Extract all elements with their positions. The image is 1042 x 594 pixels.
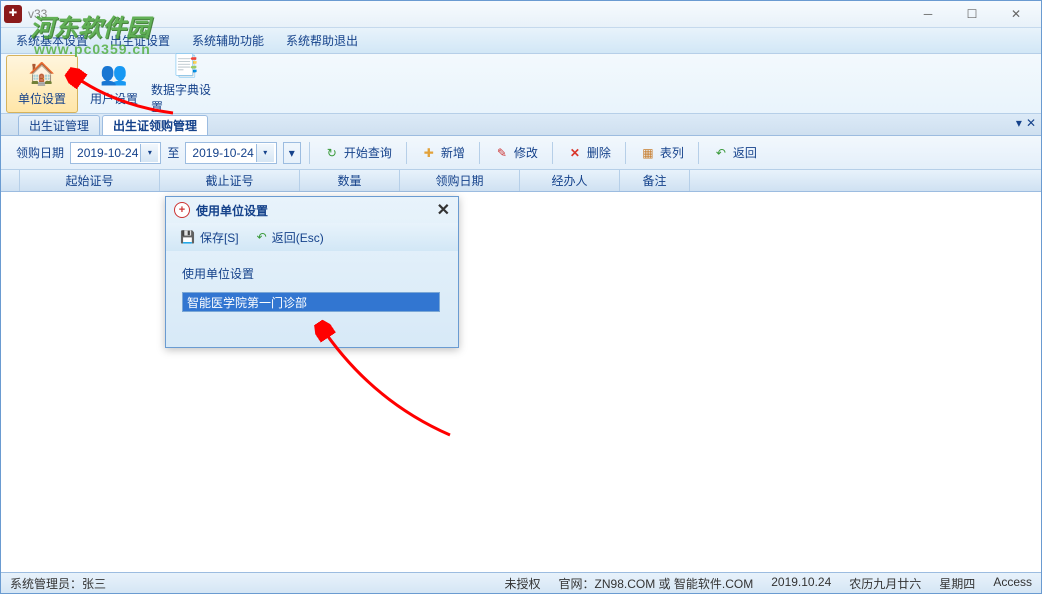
dialog-close-button[interactable]: ✕: [437, 200, 450, 220]
date-from-value: 2019-10-24: [77, 146, 138, 160]
back-icon: ↶: [257, 230, 267, 244]
menu-help-exit[interactable]: 系统帮助退出: [286, 32, 358, 49]
status-weekday: 星期四: [939, 575, 975, 592]
back-icon: ↶: [713, 145, 729, 161]
grid-header-start-cert[interactable]: 起始证号: [20, 170, 160, 191]
refresh-icon: ↻: [324, 145, 340, 161]
separator: [406, 142, 407, 164]
grid-header-selector[interactable]: [0, 170, 20, 191]
dialog-title-text: 使用单位设置: [196, 202, 268, 219]
date-to-value: 2019-10-24: [192, 146, 253, 160]
menubar: 系统基本设置 出生证设置 系统辅助功能 系统帮助退出: [0, 28, 1042, 54]
tab-birth-cert-manage[interactable]: 出生证管理: [18, 115, 100, 135]
save-icon: 💾: [180, 230, 195, 244]
edit-button[interactable]: ✎修改: [488, 141, 544, 164]
app-icon: ✚: [4, 5, 22, 23]
grid-header-handler[interactable]: 经办人: [520, 170, 620, 191]
unit-settings-dialog: + 使用单位设置 ✕ 💾保存[S] ↶返回(Esc) 使用单位设置: [165, 196, 459, 348]
separator: [309, 142, 310, 164]
status-admin: 系统管理员：张三: [10, 575, 106, 592]
status-lunar: 农历九月廿六: [849, 575, 921, 592]
ribbon-label: 用户设置: [90, 90, 138, 107]
menu-birth-cert-settings[interactable]: 出生证设置: [110, 32, 170, 49]
ribbon-label: 单位设置: [18, 90, 66, 107]
close-button[interactable]: ✕: [994, 3, 1038, 25]
grid-header: 起始证号 截止证号 数量 领购日期 经办人 备注: [0, 170, 1042, 192]
grid-icon: ▦: [640, 145, 656, 161]
ribbon-label: 数据字典设置: [151, 81, 221, 115]
separator: [625, 142, 626, 164]
delete-button[interactable]: ✕删除: [561, 141, 617, 164]
maximize-button[interactable]: ☐: [950, 3, 994, 25]
ribbon: 🏠 单位设置 👥 用户设置 📑 数据字典设置: [0, 54, 1042, 114]
ribbon-dictionary-settings[interactable]: 📑 数据字典设置: [150, 55, 222, 113]
separator: [698, 142, 699, 164]
tab-dropdown-icon[interactable]: ▾: [1016, 116, 1022, 130]
menu-system-settings[interactable]: 系统基本设置: [16, 32, 88, 49]
list-button[interactable]: ▦表列: [634, 141, 690, 164]
dialog-save-button[interactable]: 💾保存[S]: [180, 229, 239, 246]
status-date: 2019.10.24: [771, 575, 831, 592]
status-db: Access: [993, 575, 1032, 592]
tabstrip: 出生证管理 出生证领购管理 ▾ ✕: [0, 114, 1042, 136]
app-title: v33: [28, 7, 906, 21]
unit-name-input[interactable]: [182, 292, 440, 312]
back-button[interactable]: ↶返回: [707, 141, 763, 164]
window-controls: ─ ☐ ✕: [906, 3, 1038, 25]
to-label: 至: [167, 144, 179, 161]
ribbon-user-settings[interactable]: 👥 用户设置: [78, 55, 150, 113]
tab-close-icon[interactable]: ✕: [1026, 116, 1036, 130]
grid-header-remark[interactable]: 备注: [620, 170, 690, 191]
toolbar: 领购日期 2019-10-24 ▾ 至 2019-10-24 ▾ ▾ ↻开始查询…: [0, 136, 1042, 170]
grid-header-date[interactable]: 领购日期: [400, 170, 520, 191]
content-area: [0, 192, 1042, 572]
date-from-picker[interactable]: 2019-10-24 ▾: [70, 142, 161, 164]
dialog-body: 使用单位设置: [166, 251, 458, 322]
date-label: 领购日期: [16, 144, 64, 161]
unit-field-label: 使用单位设置: [182, 265, 442, 282]
date-to-picker[interactable]: 2019-10-24 ▾: [185, 142, 276, 164]
status-unauthorized: 未授权: [505, 575, 541, 592]
edit-icon: ✎: [494, 145, 510, 161]
dictionary-icon: 📑: [172, 53, 200, 79]
dialog-titlebar[interactable]: + 使用单位设置 ✕: [166, 197, 458, 223]
separator: [479, 142, 480, 164]
house-icon: 🏠: [28, 60, 56, 88]
plus-circle-icon: +: [174, 202, 190, 218]
add-button[interactable]: ✚新增: [415, 141, 471, 164]
minimize-button[interactable]: ─: [906, 3, 950, 25]
dialog-toolbar: 💾保存[S] ↶返回(Esc): [166, 223, 458, 251]
tab-purchase-manage[interactable]: 出生证领购管理: [102, 115, 208, 135]
add-icon: ✚: [421, 145, 437, 161]
statusbar: 系统管理员：张三 未授权 官网：ZN98.COM 或 智能软件.COM 2019…: [0, 572, 1042, 594]
chevron-down-icon[interactable]: ▾: [256, 144, 274, 162]
status-website: 官网：ZN98.COM 或 智能软件.COM: [559, 575, 754, 592]
grid-header-qty[interactable]: 数量: [300, 170, 400, 191]
dialog-back-button[interactable]: ↶返回(Esc): [257, 229, 324, 246]
start-query-button[interactable]: ↻开始查询: [318, 141, 398, 164]
ribbon-unit-settings[interactable]: 🏠 单位设置: [6, 55, 78, 113]
delete-icon: ✕: [567, 145, 583, 161]
menu-aux-functions[interactable]: 系统辅助功能: [192, 32, 264, 49]
chevron-down-icon[interactable]: ▾: [140, 144, 158, 162]
date-range-dropdown[interactable]: ▾: [283, 142, 301, 164]
separator: [552, 142, 553, 164]
grid-header-end-cert[interactable]: 截止证号: [160, 170, 300, 191]
titlebar: ✚ v33 ─ ☐ ✕: [0, 0, 1042, 28]
users-icon: 👥: [100, 60, 128, 88]
